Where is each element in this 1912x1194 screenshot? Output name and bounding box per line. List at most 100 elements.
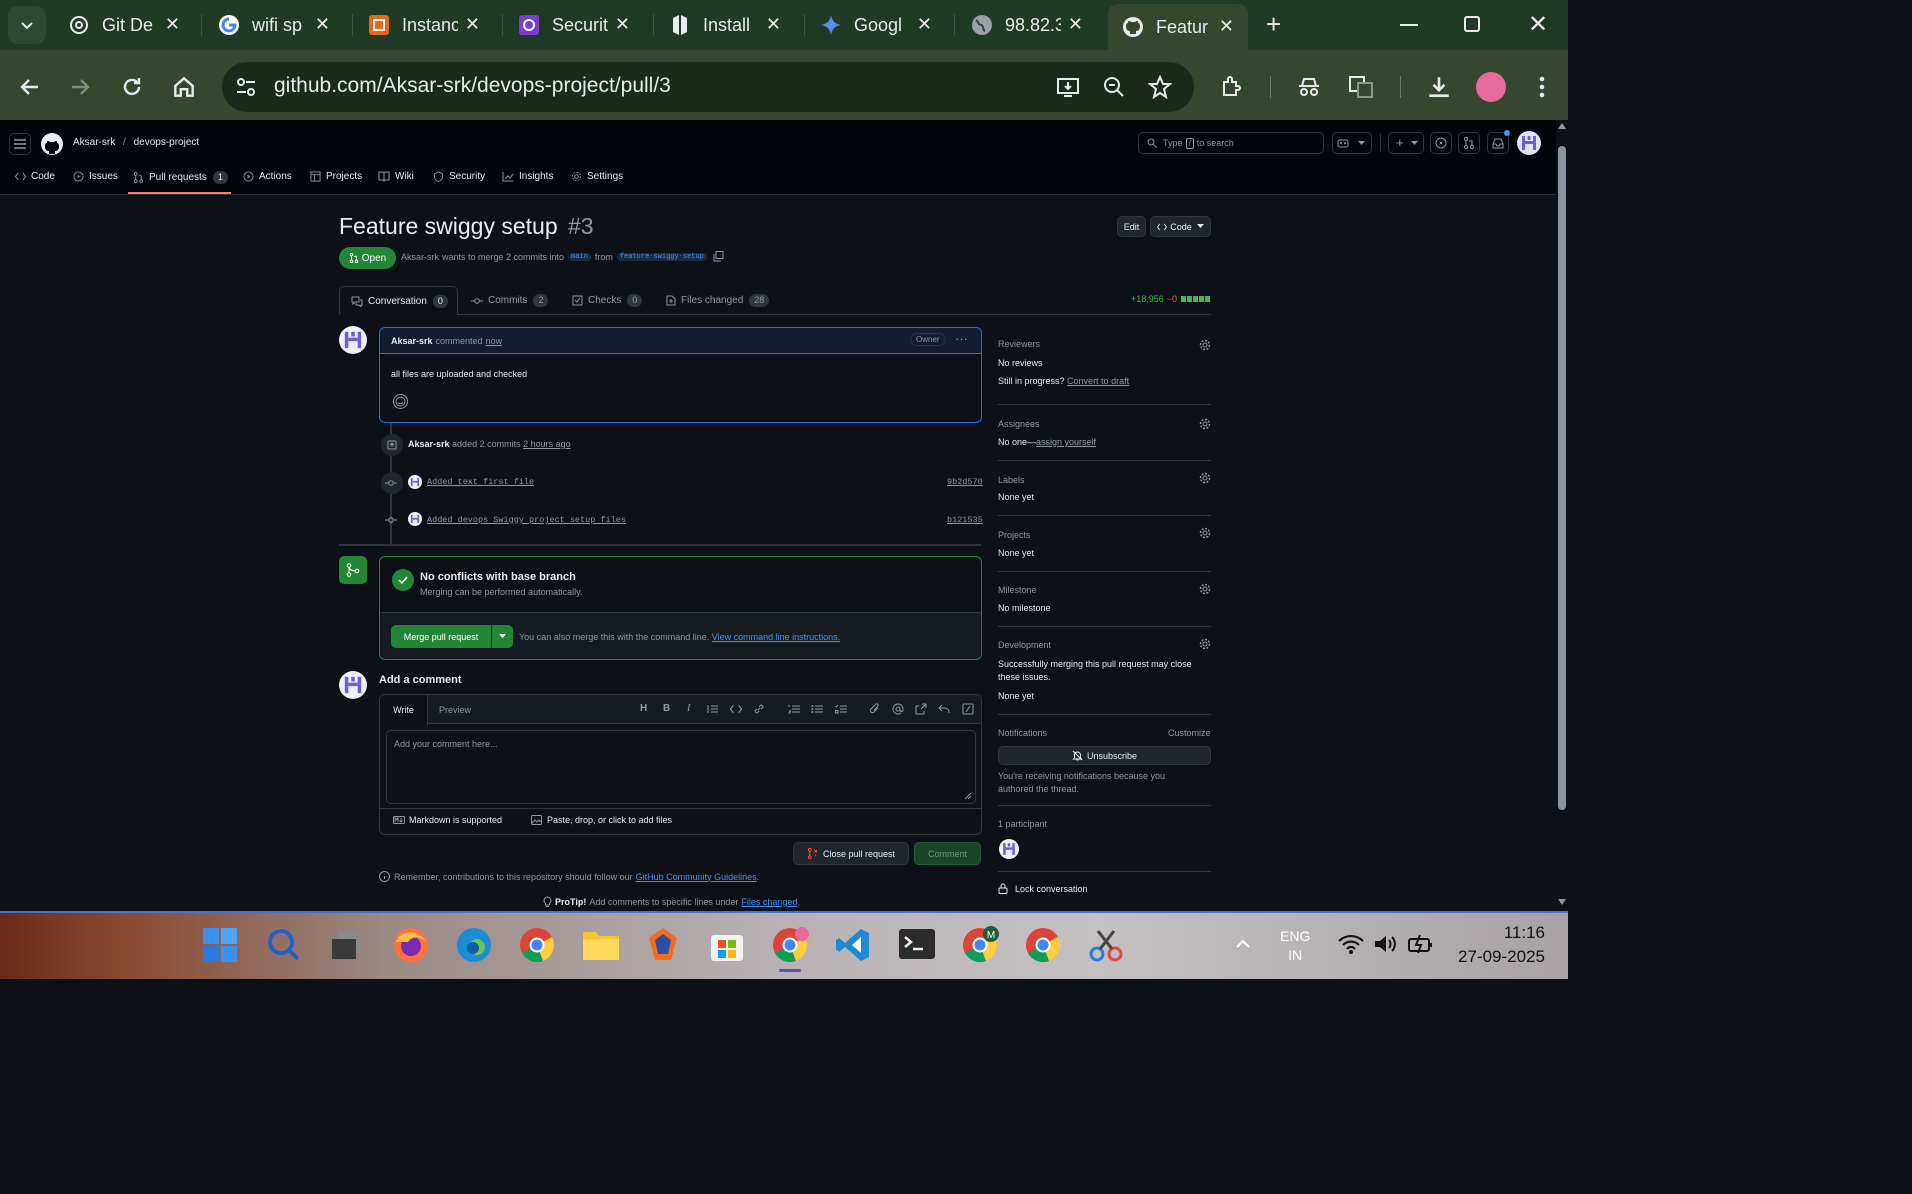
smiley-icon[interactable]	[393, 394, 408, 409]
commit-message[interactable]: Added text first file	[427, 477, 534, 487]
tab-preview[interactable]: Preview	[439, 705, 471, 715]
browser-tab[interactable]: 98.82.3 ✕	[957, 6, 1097, 44]
assign-yourself-link[interactable]: assign yourself	[1036, 437, 1096, 447]
code-button[interactable]: Code	[1150, 216, 1211, 237]
close-icon[interactable]: ✕	[165, 14, 180, 35]
nav-code[interactable]: Code	[15, 171, 55, 182]
close-icon[interactable]: ✕	[465, 14, 480, 35]
paperclip-icon[interactable]	[869, 703, 881, 715]
command-line-link[interactable]: View command line instructions.	[712, 632, 840, 642]
gear-icon[interactable]	[1199, 472, 1211, 484]
commit-author-avatar[interactable]	[408, 475, 422, 489]
chrome-profile-m-icon[interactable]: M	[961, 926, 999, 964]
site-info-icon[interactable]	[234, 75, 258, 99]
search-icon[interactable]	[266, 927, 302, 963]
commit-message[interactable]: Added devops Swiggy project setup files	[427, 515, 626, 525]
chrome-profile-icon[interactable]	[771, 926, 809, 964]
comment-time[interactable]: now	[486, 336, 503, 346]
comment-author[interactable]: Aksar-srk	[391, 336, 433, 346]
assignees-heading[interactable]: Assignees	[998, 419, 1040, 429]
close-icon[interactable]: ✕	[917, 14, 932, 35]
tab-files-changed[interactable]: Files changed 28	[666, 294, 770, 307]
link-icon[interactable]	[753, 703, 765, 715]
close-window-button[interactable]: ✕	[1528, 10, 1548, 39]
firefox-icon[interactable]	[392, 926, 430, 964]
kebab-icon[interactable]: ···	[955, 331, 968, 346]
gear-icon[interactable]	[1199, 583, 1211, 595]
browser-tab[interactable]: Install ✕	[655, 6, 795, 44]
close-icon[interactable]: ✕	[1219, 16, 1234, 37]
unsubscribe-button[interactable]: Unsubscribe	[998, 746, 1211, 765]
ordered-list-icon[interactable]	[788, 704, 800, 714]
windows-start-icon[interactable]	[202, 927, 238, 963]
repo-link[interactable]: devops-project	[134, 137, 200, 148]
browser-tab[interactable]: wifi sp ✕	[204, 6, 344, 44]
browser-tab[interactable]: Securit ✕	[504, 6, 644, 44]
merge-pull-request-button[interactable]: Merge pull request	[391, 625, 491, 648]
resize-handle-icon[interactable]	[964, 792, 972, 800]
chevron-up-icon[interactable]	[1236, 939, 1250, 949]
bold-icon[interactable]: B	[663, 703, 670, 714]
reload-icon[interactable]	[120, 75, 144, 99]
tab-search-button[interactable]	[8, 6, 46, 44]
quote-icon[interactable]	[707, 704, 719, 714]
heading-icon[interactable]: H	[640, 703, 647, 714]
scroll-down-icon[interactable]	[1558, 899, 1566, 905]
profile-avatar[interactable]	[1476, 72, 1506, 102]
user-avatar[interactable]	[1517, 131, 1541, 155]
unordered-list-icon[interactable]	[811, 704, 823, 714]
url-text[interactable]: github.com/Aksar-srk/devops-project/pull…	[274, 74, 671, 98]
convert-to-draft-link[interactable]: Convert to draft	[1067, 376, 1129, 386]
files-changed-link[interactable]: Files changed	[741, 897, 797, 907]
development-heading[interactable]: Development	[998, 640, 1051, 650]
cross-reference-icon[interactable]	[915, 703, 927, 715]
clock[interactable]: 11:16 27-09-2025	[1452, 923, 1545, 967]
gear-icon[interactable]	[1199, 339, 1211, 351]
snipping-tool-icon[interactable]	[1088, 927, 1124, 963]
italic-icon[interactable]: I	[687, 703, 690, 714]
milestone-heading[interactable]: Milestone	[998, 585, 1037, 595]
code-icon[interactable]	[730, 704, 742, 714]
new-tab-button[interactable]: +	[1266, 10, 1281, 38]
projects-heading[interactable]: Projects	[998, 530, 1031, 540]
gear-icon[interactable]	[1199, 527, 1211, 539]
wifi-icon[interactable]	[1338, 933, 1364, 955]
nav-settings[interactable]: Settings	[571, 171, 623, 182]
nav-insights[interactable]: Insights	[502, 171, 553, 182]
browser-tab[interactable]: Git De ✕	[54, 6, 194, 44]
attach-files-hint[interactable]: Paste, drop, or click to add files	[531, 815, 672, 825]
labels-heading[interactable]: Labels	[998, 475, 1025, 485]
edge-icon[interactable]	[455, 926, 493, 964]
create-new-button[interactable]: +	[1388, 132, 1424, 154]
owner-link[interactable]: Aksar-srk	[73, 137, 115, 148]
incognito-icon[interactable]	[1296, 75, 1322, 99]
extensions-icon[interactable]	[1220, 74, 1244, 98]
head-branch[interactable]: feature-swiggy-setup	[616, 252, 707, 261]
mention-icon[interactable]	[892, 703, 904, 715]
search-input[interactable]: Type / to search	[1138, 132, 1324, 154]
file-explorer-icon[interactable]	[582, 928, 620, 962]
page-scrollbar[interactable]	[1556, 120, 1568, 911]
commit-author-avatar[interactable]	[408, 512, 422, 526]
gear-icon[interactable]	[1199, 638, 1211, 650]
comment-textarea[interactable]: Add your comment here...	[386, 730, 976, 804]
tab-commits[interactable]: Commits 2	[471, 294, 549, 307]
menu-button[interactable]	[9, 133, 31, 155]
browser-tab[interactable]: Instanc ✕	[354, 6, 494, 44]
close-icon[interactable]: ✕	[615, 14, 630, 35]
nav-security[interactable]: Security	[433, 171, 485, 182]
tab-checks[interactable]: Checks 0	[572, 294, 643, 307]
lock-conversation-link[interactable]: Lock conversation	[998, 883, 1088, 894]
restore-button[interactable]	[1464, 16, 1480, 32]
github-logo-icon[interactable]	[41, 133, 63, 155]
chrome-icon[interactable]	[518, 926, 556, 964]
task-view-icon[interactable]	[330, 929, 364, 961]
timeline-time[interactable]: 2 hours ago	[523, 439, 571, 449]
forward-icon[interactable]	[68, 75, 92, 99]
install-app-icon[interactable]	[1056, 75, 1080, 99]
bookmark-star-icon[interactable]	[1148, 75, 1172, 99]
nav-actions[interactable]: Actions	[243, 171, 292, 182]
scroll-up-icon[interactable]	[1558, 123, 1566, 129]
customize-link[interactable]: Customize	[1168, 728, 1211, 738]
author-link[interactable]: Aksar-srk	[401, 252, 439, 262]
